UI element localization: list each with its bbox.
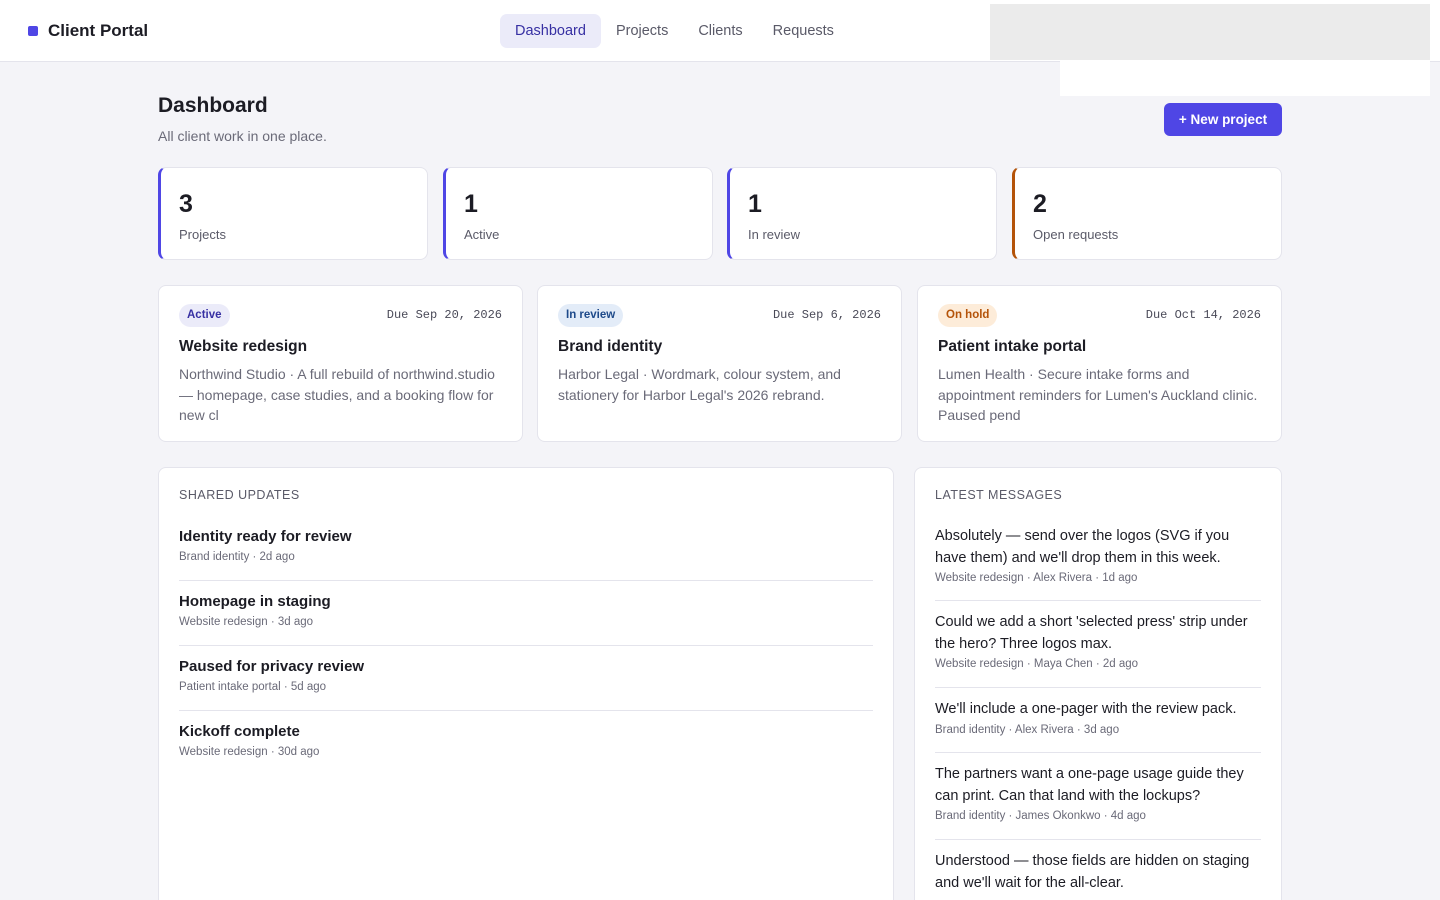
divider xyxy=(179,710,873,711)
message-item[interactable]: Understood — those fields are hidden on … xyxy=(935,851,1261,894)
update-item[interactable]: Paused for privacy review Patient intake… xyxy=(179,658,873,693)
page-title: Dashboard xyxy=(158,94,268,117)
update-item[interactable]: Homepage in staging Website redesign · 3… xyxy=(179,593,873,628)
divider xyxy=(935,687,1261,688)
message-meta: Website redesign · Maya Chen · 2d ago xyxy=(935,658,1139,670)
message-text: We'll include a one-pager with the revie… xyxy=(935,701,1237,717)
project-description: Northwind Studio · A full rebuild of nor… xyxy=(179,366,495,423)
due-date: Due Oct 14, 2026 xyxy=(1145,308,1261,322)
stat-label: Open requests xyxy=(1033,227,1119,242)
project-title: Brand identity xyxy=(558,338,663,355)
project-description: Harbor Legal · Wordmark, colour system, … xyxy=(558,366,841,403)
stat-label: Projects xyxy=(179,227,226,242)
update-meta: Website redesign · 30d ago xyxy=(179,746,320,758)
update-item[interactable]: Identity ready for review Brand identity… xyxy=(179,528,873,563)
topbar-placeholder xyxy=(990,4,1430,60)
divider xyxy=(179,645,873,646)
message-text: Understood — those fields are hidden on … xyxy=(935,853,1250,891)
update-title: Paused for privacy review xyxy=(179,658,365,675)
stat-label: In review xyxy=(748,227,801,242)
message-item[interactable]: Could we add a short 'selected press' st… xyxy=(935,612,1261,670)
panel-heading: SHARED UPDATES xyxy=(179,488,300,502)
status-badge: In review xyxy=(558,304,624,327)
stat-value: 1 xyxy=(748,190,762,218)
update-meta: Patient intake portal · 5d ago xyxy=(179,681,327,693)
nav-dashboard[interactable]: Dashboard xyxy=(500,14,601,48)
stat-label: Active xyxy=(464,227,500,242)
stat-card-active: 1 Active xyxy=(443,167,713,260)
update-meta: Brand identity · 2d ago xyxy=(179,551,295,563)
update-title: Identity ready for review xyxy=(179,528,352,545)
project-title: Patient intake portal xyxy=(938,338,1087,355)
message-text: Could we add a short 'selected press' st… xyxy=(935,614,1248,652)
stat-card-open-requests: 2 Open requests xyxy=(1012,167,1282,260)
update-meta: Website redesign · 3d ago xyxy=(179,616,314,628)
message-text: Absolutely — send over the logos (SVG if… xyxy=(935,528,1230,566)
page-subtitle: All client work in one place. xyxy=(158,128,327,144)
new-project-button[interactable]: + New project xyxy=(1164,103,1282,136)
stat-value: 1 xyxy=(464,190,478,218)
stat-value: 2 xyxy=(1033,190,1047,218)
stat-card-in-review: 1 In review xyxy=(727,167,997,260)
message-text: The partners want a one-page usage guide… xyxy=(935,766,1244,804)
nav-requests[interactable]: Requests xyxy=(758,14,849,48)
stat-card-projects: 3 Projects xyxy=(158,167,428,260)
message-item[interactable]: The partners want a one-page usage guide… xyxy=(935,764,1261,822)
panel-heading: LATEST MESSAGES xyxy=(935,488,1063,502)
project-card-patient-intake-portal[interactable]: On hold Due Oct 14, 2026 Patient intake … xyxy=(917,285,1282,442)
status-badge: On hold xyxy=(938,304,998,327)
status-badge: Active xyxy=(179,304,230,327)
project-title: Website redesign xyxy=(179,338,308,355)
main-nav: Dashboard Projects Clients Requests xyxy=(500,14,849,48)
divider xyxy=(935,752,1261,753)
message-item[interactable]: Absolutely — send over the logos (SVG if… xyxy=(935,526,1261,584)
nav-projects[interactable]: Projects xyxy=(601,14,683,48)
topbar-placeholder-overflow xyxy=(1060,60,1430,96)
brand-logo-icon xyxy=(28,26,38,36)
divider xyxy=(179,580,873,581)
brand[interactable]: Client Portal xyxy=(28,19,148,43)
project-card-website-redesign[interactable]: Active Due Sep 20, 2026 Website redesign… xyxy=(158,285,523,442)
divider xyxy=(935,600,1261,601)
due-date: Due Sep 6, 2026 xyxy=(772,308,881,322)
update-title: Homepage in staging xyxy=(179,593,331,610)
shared-updates-panel: SHARED UPDATES Identity ready for review… xyxy=(158,467,894,900)
message-item[interactable]: We'll include a one-pager with the revie… xyxy=(935,699,1261,736)
top-bar: Client Portal Dashboard Projects Clients… xyxy=(0,0,1440,62)
message-meta: Website redesign · Alex Rivera · 1d ago xyxy=(935,572,1138,584)
divider xyxy=(935,839,1261,840)
message-meta: Brand identity · Alex Rivera · 3d ago xyxy=(935,723,1120,736)
due-date: Due Sep 20, 2026 xyxy=(386,308,502,322)
nav-clients[interactable]: Clients xyxy=(683,14,757,48)
app-name: Client Portal xyxy=(48,21,149,40)
project-description: Lumen Health · Secure intake forms and a… xyxy=(938,366,1258,423)
project-card-brand-identity[interactable]: In review Due Sep 6, 2026 Brand identity… xyxy=(537,285,902,442)
stat-value: 3 xyxy=(179,190,193,218)
latest-messages-panel: LATEST MESSAGES Absolutely — send over t… xyxy=(914,467,1282,900)
update-title: Kickoff complete xyxy=(179,723,300,740)
update-item[interactable]: Kickoff complete Website redesign · 30d … xyxy=(179,723,873,758)
message-meta: Brand identity · James Okonkwo · 4d ago xyxy=(935,810,1146,822)
